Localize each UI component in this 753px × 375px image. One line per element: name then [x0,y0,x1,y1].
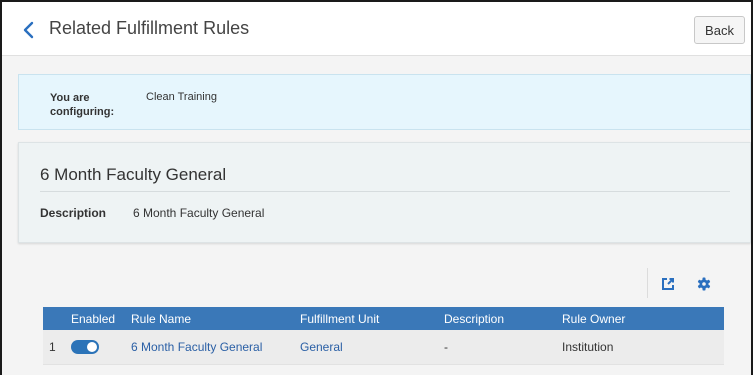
export-icon[interactable] [661,277,675,291]
fulfillment-rules-table: Enabled Rule Name Fulfillment Unit Descr… [43,307,724,365]
column-header-rule-name[interactable]: Rule Name [125,307,294,330]
configuring-label: You are configuring: [50,92,115,118]
table-header-row: Enabled Rule Name Fulfillment Unit Descr… [43,307,724,330]
rule-summary-panel: 6 Month Faculty General Description 6 Mo… [18,142,751,243]
description-cell: - [438,330,556,365]
row-index: 1 [43,330,65,365]
column-header-rule-owner[interactable]: Rule Owner [556,307,724,330]
configuring-context-bar: You are configuring: Clean Training [18,74,751,130]
enabled-toggle[interactable] [71,340,99,355]
rule-divider [40,191,730,192]
toolbar-divider [647,268,648,298]
column-header-fulfillment-unit[interactable]: Fulfillment Unit [294,307,438,330]
fulfillment-unit-link[interactable]: General [294,330,438,365]
configuring-value: Clean Training [146,91,217,103]
window-frame-left [0,0,2,375]
column-header-description[interactable]: Description [438,307,556,330]
rule-title: 6 Month Faculty General [40,165,227,184]
page-header: Related Fulfillment Rules Back [2,2,751,56]
rule-name-link[interactable]: 6 Month Faculty General [125,330,294,365]
page-title: Related Fulfillment Rules [49,18,250,38]
column-header-enabled[interactable]: Enabled [65,307,125,330]
column-header-index [43,307,65,330]
page: Related Fulfillment Rules Back You are c… [0,0,753,375]
gear-icon[interactable] [697,277,711,291]
back-button[interactable]: Back [694,16,745,44]
table-row: 1 6 Month Faculty General General - Inst… [43,330,724,365]
enabled-cell [65,330,125,365]
description-label: Description [40,206,107,220]
toggle-knob [87,342,97,353]
description-value: 6 Month Faculty General [133,206,265,220]
chevron-left-icon[interactable] [20,20,38,40]
rule-owner-cell: Institution [556,330,724,365]
